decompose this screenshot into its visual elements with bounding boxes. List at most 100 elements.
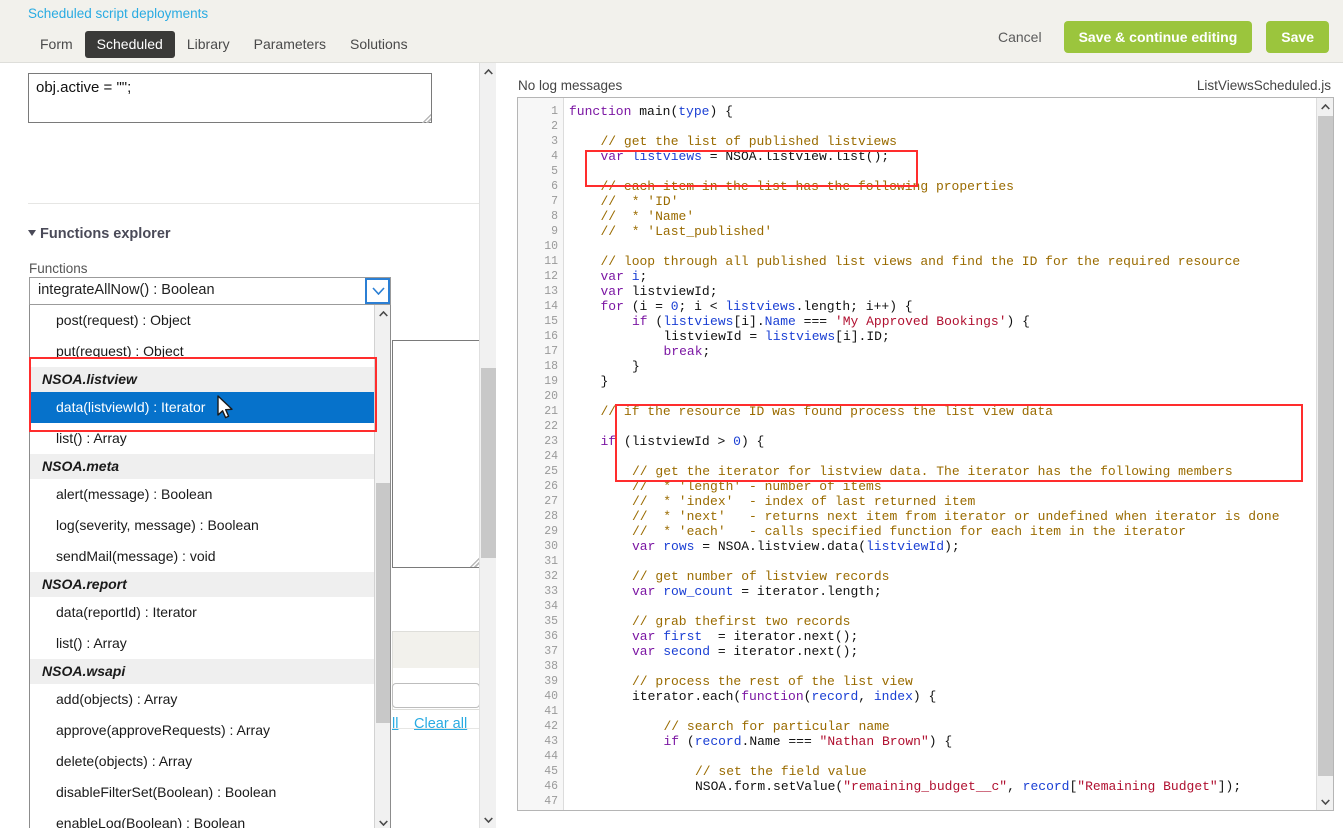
code-token: , [1007, 779, 1023, 794]
code-content-area[interactable]: function main(type) { // get the list of … [565, 98, 1316, 810]
dropdown-item[interactable]: sendMail(message) : void [30, 541, 390, 572]
code-line[interactable]: // get number of listview records [632, 569, 889, 584]
scroll-down-arrow-icon[interactable] [375, 814, 390, 828]
dropdown-item[interactable]: approve(approveRequests) : Array [30, 715, 390, 746]
dropdown-item[interactable]: data(listviewId) : Iterator [30, 392, 390, 423]
dropdown-item[interactable]: alert(message) : Boolean [30, 479, 390, 510]
dropdown-item[interactable]: list() : Array [30, 423, 390, 454]
code-line[interactable]: } [601, 374, 609, 389]
dropdown-item[interactable]: put(request) : Object [30, 336, 390, 367]
code-line[interactable]: var i; [601, 269, 648, 284]
code-token: ]); [1217, 779, 1242, 794]
line-number: 35 [544, 615, 558, 628]
background-input-field[interactable] [392, 683, 479, 708]
code-token: = iterator.length; [733, 584, 882, 599]
line-number: 31 [544, 555, 558, 568]
chevron-down-icon[interactable] [365, 278, 390, 304]
left-scroll-thumb[interactable] [481, 368, 496, 558]
code-line[interactable]: var listviewId; [601, 284, 718, 299]
code-token: // each item in the list has the followi… [600, 179, 1014, 194]
code-line[interactable]: // * 'index' - index of last returned it… [632, 494, 975, 509]
code-token: first [663, 629, 703, 644]
dropdown-item[interactable]: list() : Array [30, 628, 390, 659]
code-line[interactable]: for (i = 0; i < listviews.length; i++) { [601, 299, 913, 314]
code-line[interactable]: function main(type) { [569, 104, 733, 119]
dropdown-item[interactable]: enableLog(Boolean) : Boolean [30, 808, 390, 828]
code-line[interactable]: // * 'Last_published' [601, 224, 773, 239]
clear-all-link[interactable]: Clear all [414, 716, 467, 732]
code-line[interactable]: var rows = NSOA.listview.data(listviewId… [632, 539, 960, 554]
code-line[interactable]: // set the field value [695, 764, 867, 779]
background-textarea[interactable] [392, 340, 479, 568]
line-number: 15 [544, 315, 558, 328]
code-line[interactable]: } [632, 359, 640, 374]
code-line[interactable]: // loop through all published list views… [601, 254, 1241, 269]
editor-scroll-down-arrow-icon[interactable] [1317, 793, 1333, 810]
save-button[interactable]: Save [1266, 21, 1329, 53]
code-token: break [663, 344, 703, 359]
code-line[interactable]: listviewId = listviews[i].ID; [664, 329, 890, 344]
code-line[interactable]: // search for particular name [664, 719, 890, 734]
code-line[interactable]: // process the rest of the list view [632, 674, 913, 689]
tab-parameters[interactable]: Parameters [242, 31, 338, 58]
code-line[interactable]: NSOA.form.setValue("remaining_budget__c"… [695, 779, 1241, 794]
breadcrumb[interactable]: Scheduled script deployments [28, 6, 208, 21]
tab-solutions[interactable]: Solutions [338, 31, 420, 58]
functions-combobox[interactable]: integrateAllNow() : Boolean [29, 277, 391, 305]
code-line[interactable]: if (listviews[i].Name === 'My Approved B… [632, 314, 1030, 329]
tab-scheduled[interactable]: Scheduled [84, 31, 175, 58]
dropdown-item[interactable]: delete(objects) : Array [30, 746, 390, 777]
dropdown-item[interactable]: log(severity, message) : Boolean [30, 510, 390, 541]
code-line[interactable]: // each item in the list has the followi… [601, 179, 1014, 194]
left-scroll-down-arrow-icon[interactable] [480, 811, 497, 828]
functions-dropdown-list[interactable]: post(request) : Object put(request) : Obj… [29, 305, 391, 828]
code-line[interactable]: // * 'each' - calls specified function f… [632, 524, 1186, 539]
editor-scrollbar[interactable] [1316, 98, 1333, 810]
dropdown-item[interactable]: data(reportId) : Iterator [30, 597, 390, 628]
scroll-up-arrow-icon[interactable] [375, 305, 390, 322]
code-line[interactable]: // get the iterator for listview data. T… [632, 464, 1233, 479]
code-line[interactable]: var listviews = NSOA.listview.list(); [601, 149, 890, 164]
dropdown-scrollbar[interactable] [374, 305, 390, 828]
code-line[interactable]: if (listviewId > 0) { [601, 434, 765, 449]
code-line[interactable]: if (record.Name === "Nathan Brown") { [664, 734, 953, 749]
code-token: // * 'index' - index of last returned it… [632, 494, 976, 509]
tab-library[interactable]: Library [175, 31, 242, 58]
functions-explorer-header[interactable]: Functions explorer [28, 226, 171, 242]
editor-scroll-thumb[interactable] [1318, 116, 1333, 776]
code-line[interactable]: iterator.each(function(record, index) { [632, 689, 936, 704]
editor-scroll-up-arrow-icon[interactable] [1317, 98, 1333, 115]
code-token: rows [663, 539, 695, 554]
dropdown-item[interactable]: post(request) : Object [30, 305, 390, 336]
dropdown-item[interactable]: disableFilterSet(Boolean) : Boolean [30, 777, 390, 808]
code-line[interactable]: // stop iterating [695, 809, 828, 810]
code-line[interactable]: break; [664, 344, 711, 359]
save-and-continue-editing-button[interactable]: Save & continue editing [1063, 21, 1253, 53]
code-editor[interactable]: 1 2 3 4 5 6 7 8 9 10 11 12 13 14 15 16 17 18 19 20 21 22 23 24 2… [517, 97, 1334, 811]
code-line[interactable]: // * 'next' - returns next item from ite… [632, 509, 1280, 524]
cancel-button[interactable]: Cancel [990, 23, 1050, 51]
code-line[interactable]: var second = iterator.next(); [632, 644, 858, 659]
code-token: (listviewId > [623, 434, 734, 449]
code-token: 'My Approved Bookings' [834, 314, 1007, 329]
code-line[interactable]: var first = iterator.next(); [632, 629, 858, 644]
tab-form[interactable]: Form [28, 31, 85, 58]
select-all-link[interactable]: ll [392, 716, 398, 732]
background-divider [392, 728, 479, 729]
code-line[interactable]: var row_count = iterator.length; [632, 584, 882, 599]
code-line[interactable]: // grab thefirst two records [632, 614, 850, 629]
code-line[interactable]: // * 'length' - number of items [632, 479, 882, 494]
code-line[interactable]: // * 'ID' [601, 194, 679, 209]
code-token: 0 [670, 299, 679, 314]
code-line[interactable]: // * 'Name' [601, 209, 695, 224]
dropdown-item[interactable]: add(objects) : Array [30, 684, 390, 715]
code-token: for [600, 299, 632, 314]
left-panel-scrollbar[interactable] [479, 63, 496, 828]
dropdown-scroll-thumb[interactable] [376, 483, 390, 723]
code-token: ; i < [678, 299, 726, 314]
code-line[interactable]: // if the resource ID was found process … [601, 404, 1053, 419]
left-scroll-up-arrow-icon[interactable] [480, 63, 497, 80]
code-token: } [632, 359, 640, 374]
script-snippet-textarea[interactable]: obj.active = ""; [28, 73, 432, 123]
code-line[interactable]: // get the list of published listviews [601, 134, 897, 149]
